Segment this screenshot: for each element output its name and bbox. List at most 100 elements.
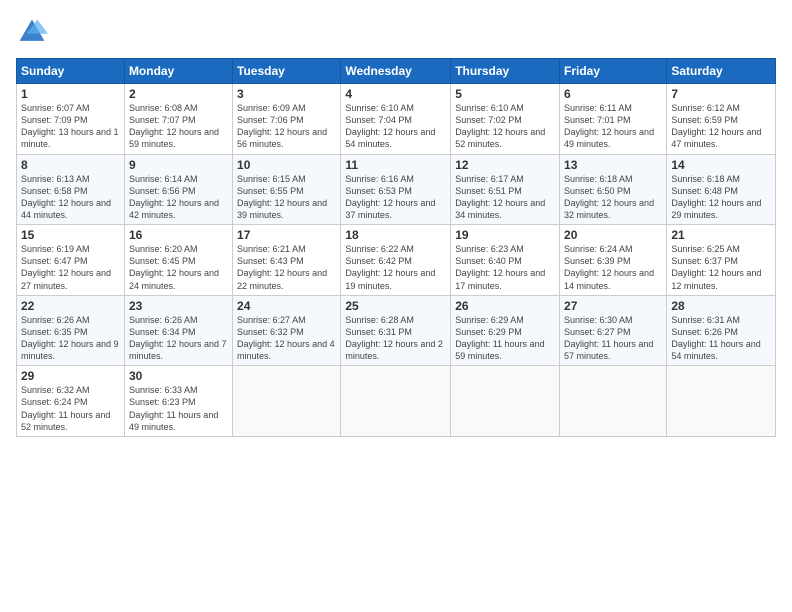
weekday-header-friday: Friday [560,59,667,84]
day-info: Sunrise: 6:29 AMSunset: 6:29 PMDaylight:… [455,315,544,361]
calendar-page: SundayMondayTuesdayWednesdayThursdayFrid… [0,0,792,612]
calendar-cell: 21 Sunrise: 6:25 AMSunset: 6:37 PMDaylig… [667,225,776,296]
day-info: Sunrise: 6:09 AMSunset: 7:06 PMDaylight:… [237,103,327,149]
day-info: Sunrise: 6:12 AMSunset: 6:59 PMDaylight:… [671,103,761,149]
logo-icon [16,16,48,48]
weekday-header-monday: Monday [124,59,232,84]
day-number: 22 [21,299,120,313]
weekday-header-thursday: Thursday [451,59,560,84]
calendar-week-2: 8 Sunrise: 6:13 AMSunset: 6:58 PMDayligh… [17,154,776,225]
weekday-header-row: SundayMondayTuesdayWednesdayThursdayFrid… [17,59,776,84]
calendar-cell: 13 Sunrise: 6:18 AMSunset: 6:50 PMDaylig… [560,154,667,225]
calendar-cell [341,366,451,437]
day-number: 23 [129,299,228,313]
day-number: 19 [455,228,555,242]
calendar-week-4: 22 Sunrise: 6:26 AMSunset: 6:35 PMDaylig… [17,295,776,366]
day-number: 7 [671,87,771,101]
day-number: 9 [129,158,228,172]
calendar-week-5: 29 Sunrise: 6:32 AMSunset: 6:24 PMDaylig… [17,366,776,437]
day-info: Sunrise: 6:26 AMSunset: 6:35 PMDaylight:… [21,315,119,361]
calendar-cell: 27 Sunrise: 6:30 AMSunset: 6:27 PMDaylig… [560,295,667,366]
day-number: 3 [237,87,336,101]
day-info: Sunrise: 6:24 AMSunset: 6:39 PMDaylight:… [564,244,654,290]
calendar-cell: 17 Sunrise: 6:21 AMSunset: 6:43 PMDaylig… [233,225,341,296]
calendar-cell: 1 Sunrise: 6:07 AMSunset: 7:09 PMDayligh… [17,84,125,155]
day-info: Sunrise: 6:25 AMSunset: 6:37 PMDaylight:… [671,244,761,290]
calendar-cell: 14 Sunrise: 6:18 AMSunset: 6:48 PMDaylig… [667,154,776,225]
calendar-cell: 10 Sunrise: 6:15 AMSunset: 6:55 PMDaylig… [233,154,341,225]
calendar-cell: 6 Sunrise: 6:11 AMSunset: 7:01 PMDayligh… [560,84,667,155]
calendar-cell: 30 Sunrise: 6:33 AMSunset: 6:23 PMDaylig… [124,366,232,437]
day-info: Sunrise: 6:07 AMSunset: 7:09 PMDaylight:… [21,103,119,149]
day-info: Sunrise: 6:31 AMSunset: 6:26 PMDaylight:… [671,315,760,361]
weekday-header-wednesday: Wednesday [341,59,451,84]
weekday-header-tuesday: Tuesday [233,59,341,84]
day-info: Sunrise: 6:30 AMSunset: 6:27 PMDaylight:… [564,315,653,361]
weekday-header-saturday: Saturday [667,59,776,84]
calendar-cell: 12 Sunrise: 6:17 AMSunset: 6:51 PMDaylig… [451,154,560,225]
day-info: Sunrise: 6:17 AMSunset: 6:51 PMDaylight:… [455,174,545,220]
day-info: Sunrise: 6:27 AMSunset: 6:32 PMDaylight:… [237,315,335,361]
day-info: Sunrise: 6:13 AMSunset: 6:58 PMDaylight:… [21,174,111,220]
day-info: Sunrise: 6:23 AMSunset: 6:40 PMDaylight:… [455,244,545,290]
day-number: 4 [345,87,446,101]
calendar-week-1: 1 Sunrise: 6:07 AMSunset: 7:09 PMDayligh… [17,84,776,155]
day-number: 17 [237,228,336,242]
day-info: Sunrise: 6:22 AMSunset: 6:42 PMDaylight:… [345,244,435,290]
calendar-cell: 26 Sunrise: 6:29 AMSunset: 6:29 PMDaylig… [451,295,560,366]
calendar-cell [233,366,341,437]
day-info: Sunrise: 6:26 AMSunset: 6:34 PMDaylight:… [129,315,227,361]
day-info: Sunrise: 6:15 AMSunset: 6:55 PMDaylight:… [237,174,327,220]
day-info: Sunrise: 6:18 AMSunset: 6:48 PMDaylight:… [671,174,761,220]
calendar-cell: 7 Sunrise: 6:12 AMSunset: 6:59 PMDayligh… [667,84,776,155]
calendar-cell: 23 Sunrise: 6:26 AMSunset: 6:34 PMDaylig… [124,295,232,366]
day-number: 27 [564,299,662,313]
calendar-body: 1 Sunrise: 6:07 AMSunset: 7:09 PMDayligh… [17,84,776,437]
calendar-cell: 11 Sunrise: 6:16 AMSunset: 6:53 PMDaylig… [341,154,451,225]
logo [16,16,52,48]
day-number: 10 [237,158,336,172]
calendar-cell: 4 Sunrise: 6:10 AMSunset: 7:04 PMDayligh… [341,84,451,155]
day-info: Sunrise: 6:19 AMSunset: 6:47 PMDaylight:… [21,244,111,290]
calendar-cell: 9 Sunrise: 6:14 AMSunset: 6:56 PMDayligh… [124,154,232,225]
calendar-table: SundayMondayTuesdayWednesdayThursdayFrid… [16,58,776,437]
calendar-cell: 28 Sunrise: 6:31 AMSunset: 6:26 PMDaylig… [667,295,776,366]
calendar-cell: 18 Sunrise: 6:22 AMSunset: 6:42 PMDaylig… [341,225,451,296]
day-number: 8 [21,158,120,172]
day-number: 25 [345,299,446,313]
day-info: Sunrise: 6:10 AMSunset: 7:02 PMDaylight:… [455,103,545,149]
weekday-header-sunday: Sunday [17,59,125,84]
calendar-cell: 20 Sunrise: 6:24 AMSunset: 6:39 PMDaylig… [560,225,667,296]
calendar-cell: 5 Sunrise: 6:10 AMSunset: 7:02 PMDayligh… [451,84,560,155]
day-number: 21 [671,228,771,242]
calendar-cell [560,366,667,437]
calendar-cell: 22 Sunrise: 6:26 AMSunset: 6:35 PMDaylig… [17,295,125,366]
day-number: 14 [671,158,771,172]
day-number: 18 [345,228,446,242]
day-info: Sunrise: 6:10 AMSunset: 7:04 PMDaylight:… [345,103,435,149]
day-number: 11 [345,158,446,172]
day-info: Sunrise: 6:18 AMSunset: 6:50 PMDaylight:… [564,174,654,220]
calendar-cell: 25 Sunrise: 6:28 AMSunset: 6:31 PMDaylig… [341,295,451,366]
day-number: 12 [455,158,555,172]
day-number: 30 [129,369,228,383]
calendar-cell: 2 Sunrise: 6:08 AMSunset: 7:07 PMDayligh… [124,84,232,155]
page-header [16,16,776,48]
day-number: 6 [564,87,662,101]
day-number: 28 [671,299,771,313]
day-info: Sunrise: 6:11 AMSunset: 7:01 PMDaylight:… [564,103,654,149]
day-number: 20 [564,228,662,242]
calendar-cell: 19 Sunrise: 6:23 AMSunset: 6:40 PMDaylig… [451,225,560,296]
day-number: 15 [21,228,120,242]
day-info: Sunrise: 6:21 AMSunset: 6:43 PMDaylight:… [237,244,327,290]
day-info: Sunrise: 6:20 AMSunset: 6:45 PMDaylight:… [129,244,219,290]
calendar-cell [451,366,560,437]
day-info: Sunrise: 6:14 AMSunset: 6:56 PMDaylight:… [129,174,219,220]
calendar-cell: 3 Sunrise: 6:09 AMSunset: 7:06 PMDayligh… [233,84,341,155]
day-info: Sunrise: 6:16 AMSunset: 6:53 PMDaylight:… [345,174,435,220]
day-number: 1 [21,87,120,101]
day-number: 16 [129,228,228,242]
day-number: 13 [564,158,662,172]
day-number: 24 [237,299,336,313]
day-number: 29 [21,369,120,383]
